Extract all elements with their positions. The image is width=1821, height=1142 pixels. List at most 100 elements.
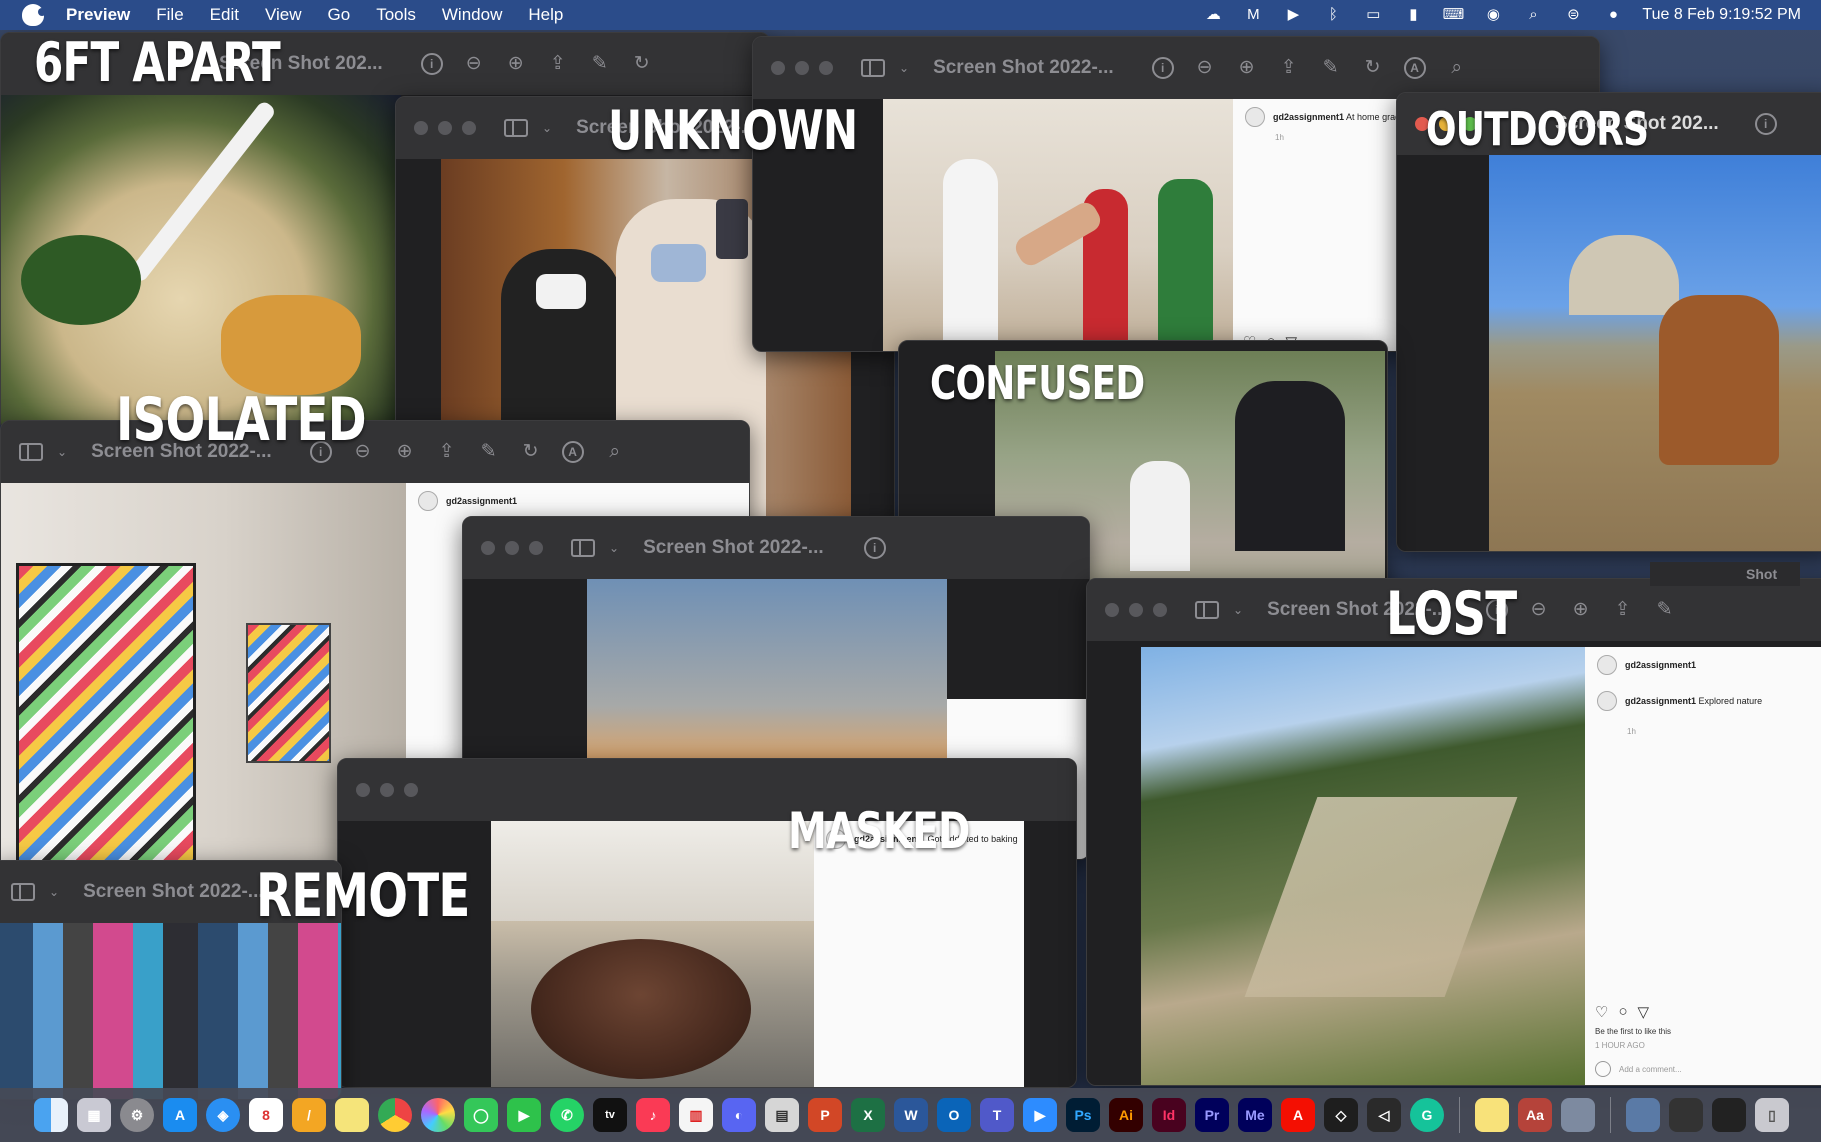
annotate-icon[interactable]: A [1403,57,1426,79]
zoom-in-icon[interactable]: ⊕ [1236,57,1258,79]
popcorn-icon[interactable]: ▥ [679,1098,713,1132]
downloads-stack-icon[interactable] [1626,1098,1660,1132]
menu-view[interactable]: View [265,5,302,25]
sidebar-toggle-icon[interactable] [504,119,528,137]
indesign-icon[interactable]: Id [1152,1098,1186,1132]
photoshop-icon[interactable]: Ps [1066,1098,1100,1132]
comment-icon[interactable]: ○ [1618,1003,1627,1021]
zoom-in-icon[interactable]: ⊕ [1570,599,1592,621]
emoji-icon[interactable] [1595,1061,1611,1077]
control-center-icon[interactable]: ⊜ [1562,7,1584,23]
facetime-icon[interactable]: ▶ [507,1098,541,1132]
annotate-icon[interactable]: A [561,441,584,463]
system-preferences-icon[interactable]: ⚙ [120,1098,154,1132]
menu-clock[interactable]: Tue 8 Feb 9:19:52 PM [1642,6,1801,24]
zoom-button[interactable] [1153,603,1167,617]
ig-username[interactable]: gd2assignment1 [1625,696,1696,706]
zoom-out-icon[interactable]: ⊖ [1194,57,1216,79]
launchpad-icon[interactable]: ▦ [77,1098,111,1132]
minimize-button[interactable] [505,541,519,555]
display-icon[interactable]: ▭ [1362,7,1384,23]
minimize-button[interactable] [795,61,809,75]
markup-icon[interactable]: ✎ [1654,599,1676,621]
ig-add-comment[interactable]: Add a comment... [1619,1065,1682,1074]
siri-icon[interactable]: ● [1602,7,1624,23]
outlook-icon[interactable]: O [937,1098,971,1132]
creative-cloud-icon[interactable]: ☁ [1202,7,1224,23]
send-icon[interactable]: ▽ [1638,1003,1650,1021]
apple-menu-icon[interactable] [22,4,46,26]
play-icon[interactable]: ▶ [1282,7,1304,23]
powerpoint-icon[interactable]: P [808,1098,842,1132]
chevron-down-icon[interactable]: ⌄ [609,541,619,555]
excel-icon[interactable]: X [851,1098,885,1132]
menu-edit[interactable]: Edit [210,5,239,25]
preview-window-dog[interactable]: Screen Shot 202... i [1396,92,1821,552]
safari-icon[interactable]: ◈ [206,1098,240,1132]
ig-username[interactable]: gd2assignment1 [1625,660,1696,670]
ig-username[interactable]: gd2assignment1 [446,496,517,506]
info-icon[interactable]: i [1151,57,1174,79]
whatsapp-icon[interactable]: ✆ [550,1098,584,1132]
menu-window[interactable]: Window [442,5,502,25]
menu-go[interactable]: Go [328,5,351,25]
sidebar-toggle-icon[interactable] [571,539,595,557]
pages-icon[interactable]: / [292,1098,326,1132]
monitor-app-icon[interactable]: M [1242,7,1264,23]
menu-app-name[interactable]: Preview [66,5,130,25]
info-icon[interactable]: i [863,537,886,559]
close-button[interactable] [356,783,370,797]
messages-icon[interactable]: ◯ [464,1098,498,1132]
sidebar-toggle-icon[interactable] [861,59,885,77]
close-button[interactable] [1105,603,1119,617]
word-icon[interactable]: W [894,1098,928,1132]
rotate-icon[interactable]: ↻ [631,53,653,75]
dictionary-icon[interactable]: Aa [1518,1098,1552,1132]
finder-icon[interactable] [34,1098,68,1132]
markup-icon[interactable]: ✎ [589,53,611,75]
acrobat-icon[interactable]: A [1281,1098,1315,1132]
share-icon[interactable]: ⇪ [1278,57,1300,79]
heart-icon[interactable]: ♡ [1595,1003,1608,1021]
trash-icon[interactable]: ▯ [1755,1098,1789,1132]
zoom-out-icon[interactable]: ⊖ [463,53,485,75]
markup-icon[interactable]: ✎ [1320,57,1342,79]
apple-tv-icon[interactable]: tv [593,1098,627,1132]
markup-icon[interactable]: ✎ [478,441,500,463]
documents-stack-icon[interactable] [1712,1098,1746,1132]
chevron-down-icon[interactable]: ⌄ [899,61,909,75]
sidebar-toggle-icon[interactable] [19,443,43,461]
menu-tools[interactable]: Tools [376,5,416,25]
ig-username[interactable]: gd2assignment1 [1273,112,1344,122]
share-icon[interactable]: ⇪ [547,53,569,75]
close-button[interactable] [414,121,428,135]
desktop-stack-icon[interactable] [1669,1098,1703,1132]
close-button[interactable] [771,61,785,75]
calendar-icon[interactable]: 8 [249,1098,283,1132]
minimize-button[interactable] [438,121,452,135]
music-icon[interactable]: ♪ [636,1098,670,1132]
zoom-button[interactable] [404,783,418,797]
preview-icon[interactable]: ▤ [765,1098,799,1132]
close-button[interactable] [481,541,495,555]
premiere-icon[interactable]: Pr [1195,1098,1229,1132]
unity-hub-icon[interactable]: ◁ [1367,1098,1401,1132]
bluetooth-icon[interactable]: ᛒ [1322,7,1344,23]
chevron-down-icon[interactable]: ⌄ [49,885,59,899]
search-icon[interactable]: ⌕ [604,441,626,463]
search-icon[interactable]: ⌕ [1446,57,1468,79]
menu-help[interactable]: Help [528,5,563,25]
search-icon[interactable]: ⌕ [1522,7,1544,23]
chevron-down-icon[interactable]: ⌄ [542,121,552,135]
discord-icon[interactable]: ◐ [722,1098,756,1132]
share-icon[interactable]: ⇪ [1612,599,1634,621]
unity-icon[interactable]: ◇ [1324,1098,1358,1132]
grammarly-icon[interactable]: G [1410,1098,1444,1132]
sidebar-toggle-icon[interactable] [11,883,35,901]
zoom-out-icon[interactable]: ⊖ [1528,599,1550,621]
app-store-icon[interactable]: A [163,1098,197,1132]
zoom-button[interactable] [529,541,543,555]
share-icon[interactable]: ⇪ [436,441,458,463]
minimize-button[interactable] [380,783,394,797]
zoom-button[interactable] [819,61,833,75]
